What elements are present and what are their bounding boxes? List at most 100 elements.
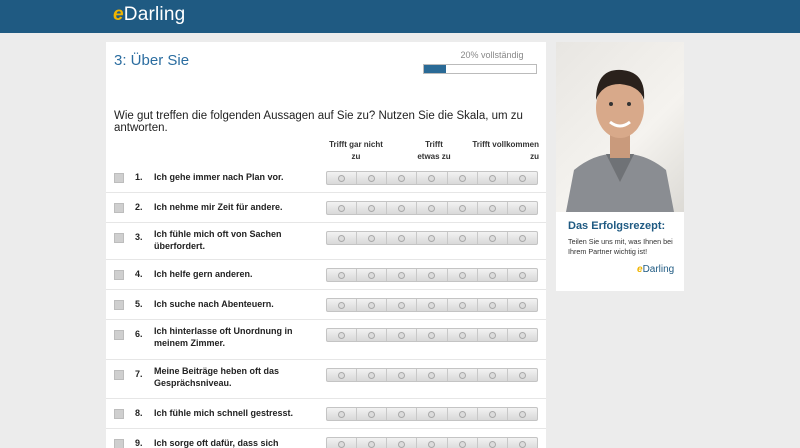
rating-option-1[interactable] xyxy=(327,438,358,448)
rating-option-1[interactable] xyxy=(327,299,358,311)
item-checkbox[interactable] xyxy=(114,370,124,380)
promo-photo xyxy=(556,42,684,212)
rating-option-3[interactable] xyxy=(387,299,418,311)
rating-option-1[interactable] xyxy=(327,269,358,281)
rating-option-2[interactable] xyxy=(357,269,388,281)
rating-option-1[interactable] xyxy=(327,172,358,184)
radio-dot-icon xyxy=(398,440,406,448)
edarling-logo[interactable]: eDarling xyxy=(113,4,185,26)
item-statement: Ich helfe gern anderen. xyxy=(154,269,253,279)
rating-option-5[interactable] xyxy=(448,232,478,244)
rating-option-3[interactable] xyxy=(387,369,418,381)
rating-option-4[interactable] xyxy=(417,438,448,448)
rating-option-5[interactable] xyxy=(448,408,478,420)
rating-option-6[interactable] xyxy=(478,369,508,381)
scale-label-low: Trifft gar nicht zu xyxy=(329,140,383,161)
rating-option-7[interactable] xyxy=(508,232,537,244)
radio-dot-icon xyxy=(488,271,496,279)
rating-option-3[interactable] xyxy=(387,202,418,214)
rating-option-2[interactable] xyxy=(357,232,388,244)
radio-dot-icon xyxy=(338,301,346,309)
rating-option-7[interactable] xyxy=(508,172,537,184)
radio-dot-icon xyxy=(338,234,346,242)
rating-option-7[interactable] xyxy=(508,269,537,281)
rating-option-2[interactable] xyxy=(357,408,388,420)
rating-option-3[interactable] xyxy=(387,329,418,341)
rating-option-6[interactable] xyxy=(478,269,508,281)
item-checkbox[interactable] xyxy=(114,300,124,310)
rating-option-6[interactable] xyxy=(478,202,508,214)
item-checkbox[interactable] xyxy=(114,203,124,213)
rating-option-4[interactable] xyxy=(417,329,448,341)
rating-option-1[interactable] xyxy=(327,369,358,381)
rating-option-1[interactable] xyxy=(327,408,358,420)
radio-dot-icon xyxy=(428,174,436,182)
rating-option-2[interactable] xyxy=(357,202,388,214)
rating-option-4[interactable] xyxy=(417,202,448,214)
rating-option-6[interactable] xyxy=(478,172,508,184)
rating-option-2[interactable] xyxy=(357,369,388,381)
radio-dot-icon xyxy=(518,410,526,418)
rating-option-4[interactable] xyxy=(417,299,448,311)
radio-dot-icon xyxy=(338,371,346,379)
rating-option-3[interactable] xyxy=(387,172,418,184)
rating-option-5[interactable] xyxy=(448,202,478,214)
rating-option-6[interactable] xyxy=(478,438,508,448)
item-number: 3. xyxy=(135,232,143,242)
item-checkbox[interactable] xyxy=(114,233,124,243)
item-checkbox[interactable] xyxy=(114,439,124,448)
rating-scale xyxy=(326,171,538,185)
radio-dot-icon xyxy=(518,440,526,448)
rating-option-3[interactable] xyxy=(387,269,418,281)
rating-option-2[interactable] xyxy=(357,172,388,184)
radio-dot-icon xyxy=(518,301,526,309)
rating-option-2[interactable] xyxy=(357,299,388,311)
rating-option-4[interactable] xyxy=(417,172,448,184)
item-checkbox[interactable] xyxy=(114,270,124,280)
radio-dot-icon xyxy=(398,301,406,309)
item-checkbox[interactable] xyxy=(114,409,124,419)
rating-option-5[interactable] xyxy=(448,329,478,341)
rating-option-4[interactable] xyxy=(417,408,448,420)
rating-option-2[interactable] xyxy=(357,329,388,341)
rating-option-7[interactable] xyxy=(508,329,537,341)
rating-option-4[interactable] xyxy=(417,232,448,244)
rating-option-1[interactable] xyxy=(327,202,358,214)
radio-dot-icon xyxy=(458,331,466,339)
rating-option-4[interactable] xyxy=(417,369,448,381)
rating-option-7[interactable] xyxy=(508,408,537,420)
radio-dot-icon xyxy=(398,271,406,279)
rating-option-7[interactable] xyxy=(508,369,537,381)
rating-option-7[interactable] xyxy=(508,438,537,448)
radio-dot-icon xyxy=(458,234,466,242)
radio-dot-icon xyxy=(428,301,436,309)
rating-option-6[interactable] xyxy=(478,329,508,341)
rating-option-2[interactable] xyxy=(357,438,388,448)
rating-option-5[interactable] xyxy=(448,438,478,448)
promo-title: Das Erfolgsrezept: xyxy=(568,220,666,232)
rating-option-6[interactable] xyxy=(478,232,508,244)
rating-option-5[interactable] xyxy=(448,369,478,381)
item-number: 8. xyxy=(135,408,143,418)
rating-scale xyxy=(326,268,538,282)
radio-dot-icon xyxy=(488,234,496,242)
rating-option-5[interactable] xyxy=(448,172,478,184)
rating-option-4[interactable] xyxy=(417,269,448,281)
rating-option-5[interactable] xyxy=(448,269,478,281)
item-checkbox[interactable] xyxy=(114,173,124,183)
item-checkbox[interactable] xyxy=(114,330,124,340)
survey-panel: 3: Über Sie 20% vollständig Wie gut tref… xyxy=(106,42,546,448)
rating-option-3[interactable] xyxy=(387,438,418,448)
rating-option-3[interactable] xyxy=(387,408,418,420)
radio-dot-icon xyxy=(488,440,496,448)
rating-scale xyxy=(326,437,538,448)
rating-option-7[interactable] xyxy=(508,202,537,214)
rating-option-3[interactable] xyxy=(387,232,418,244)
rating-option-1[interactable] xyxy=(327,232,358,244)
rating-option-6[interactable] xyxy=(478,408,508,420)
rating-option-1[interactable] xyxy=(327,329,358,341)
rating-option-5[interactable] xyxy=(448,299,478,311)
rating-option-7[interactable] xyxy=(508,299,537,311)
rating-option-6[interactable] xyxy=(478,299,508,311)
radio-dot-icon xyxy=(458,301,466,309)
